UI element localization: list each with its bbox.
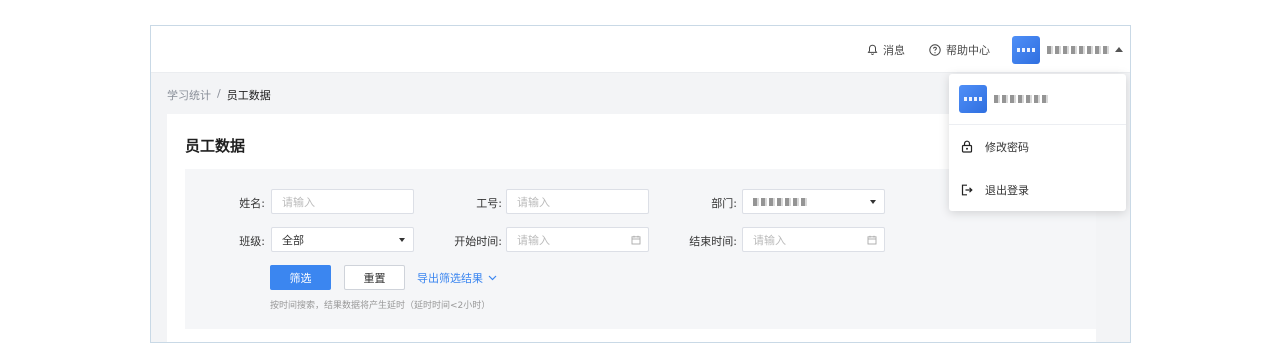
help-icon <box>929 43 941 56</box>
app-window: 消息 帮助中心 学习统计 / 员工数据 员工数据 姓名: 请输入 工号: 请输入… <box>150 25 1131 343</box>
chevron-down-icon <box>399 238 405 242</box>
lock-icon <box>961 140 973 153</box>
help-center-button[interactable]: 帮助中心 <box>929 26 990 73</box>
job-no-label: 工号: <box>476 197 502 210</box>
change-password-item[interactable]: 修改密码 <box>949 125 1126 168</box>
end-time-input[interactable]: 请输入 <box>742 227 885 252</box>
user-name <box>1047 45 1109 54</box>
breadcrumb-parent[interactable]: 学习统计 <box>167 87 211 103</box>
avatar <box>1012 35 1040 64</box>
breadcrumb-separator: / <box>217 87 221 100</box>
export-link[interactable]: 导出筛选结果 <box>417 265 497 290</box>
class-select[interactable]: 全部 <box>271 227 414 252</box>
delay-hint: 按时间搜索，结果数据将产生延时（延时时间<2小时） <box>270 301 491 311</box>
chevron-down-icon <box>488 275 497 280</box>
dropdown-user-info <box>949 74 1126 125</box>
job-no-input[interactable]: 请输入 <box>506 189 649 214</box>
page-title: 员工数据 <box>185 137 246 155</box>
breadcrumb-current: 员工数据 <box>226 89 271 102</box>
end-time-label: 结束时间: <box>689 235 737 248</box>
logout-icon <box>961 184 973 195</box>
bell-icon <box>867 44 878 55</box>
export-label: 导出筛选结果 <box>417 271 483 285</box>
start-time-label: 开始时间: <box>454 235 502 248</box>
messages-label: 消息 <box>883 43 905 57</box>
calendar-icon <box>867 235 877 245</box>
name-input[interactable]: 请输入 <box>271 189 414 214</box>
calendar-icon <box>631 235 641 245</box>
caret-up-icon <box>1115 47 1123 52</box>
change-password-label: 修改密码 <box>985 140 1029 154</box>
name-label: 姓名: <box>239 197 265 210</box>
breadcrumb: 学习统计 / 员工数据 <box>167 87 271 103</box>
department-label: 部门: <box>711 197 737 210</box>
name-placeholder: 请输入 <box>282 195 315 209</box>
logout-item[interactable]: 退出登录 <box>949 168 1126 211</box>
reset-button[interactable]: 重置 <box>344 265 405 290</box>
department-value <box>753 197 808 206</box>
user-dropdown-menu: 修改密码 退出登录 <box>949 74 1126 211</box>
dropdown-user-name <box>994 95 1050 103</box>
job-no-placeholder: 请输入 <box>517 195 550 209</box>
messages-button[interactable]: 消息 <box>867 26 905 73</box>
user-menu-trigger[interactable] <box>1012 26 1123 73</box>
chevron-down-icon <box>870 200 876 204</box>
filter-button[interactable]: 筛选 <box>270 265 331 290</box>
department-select[interactable] <box>742 189 885 214</box>
start-time-input[interactable]: 请输入 <box>506 227 649 252</box>
help-center-label: 帮助中心 <box>946 43 990 57</box>
avatar <box>959 85 987 113</box>
start-time-placeholder: 请输入 <box>517 233 550 247</box>
end-time-placeholder: 请输入 <box>753 233 786 247</box>
class-label: 班级: <box>239 235 265 248</box>
top-bar: 消息 帮助中心 <box>151 26 1130 73</box>
logout-label: 退出登录 <box>985 183 1029 197</box>
class-value: 全部 <box>282 233 304 247</box>
